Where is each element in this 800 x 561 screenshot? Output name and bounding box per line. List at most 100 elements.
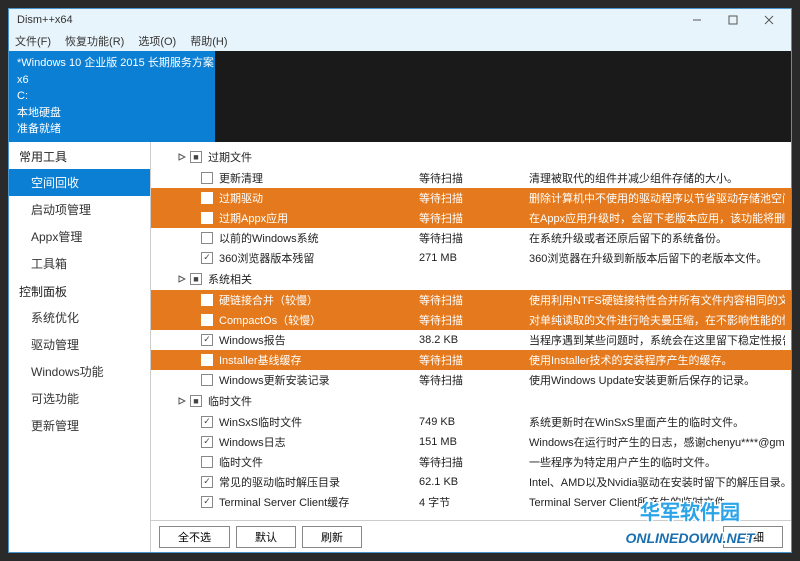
row-desc: Terminal Server Client所产生的临时文件。: [529, 494, 785, 510]
row-desc: 对单纯读取的文件进行哈夫曼压缩，在不影响性能的情况下，显著减: [529, 312, 785, 328]
cleanup-row[interactable]: ✓ WinSxS临时文件749 KB系统更新时在WinSxS里面产生的临时文件。: [151, 412, 791, 432]
row-size: 271 MB: [419, 252, 529, 264]
sidebar-item-appx[interactable]: Appx管理: [9, 223, 150, 250]
row-checkbox[interactable]: ✓: [201, 252, 213, 264]
row-size: 151 MB: [419, 436, 529, 448]
row-size: 38.2 KB: [419, 334, 529, 346]
select-none-button[interactable]: 全不选: [159, 526, 230, 548]
row-desc: 使用Installer技术的安装程序产生的缓存。: [529, 352, 785, 368]
content-panel: ■过期文件更新清理等待扫描清理被取代的组件并减少组件存储的大小。过期驱动等待扫描…: [151, 142, 791, 553]
row-checkbox[interactable]: [201, 294, 213, 306]
expand-icon[interactable]: [177, 274, 186, 283]
row-size: 等待扫描: [419, 372, 529, 388]
row-checkbox[interactable]: [201, 212, 213, 224]
maximize-button[interactable]: [715, 9, 751, 31]
row-checkbox[interactable]: ✓: [201, 334, 213, 346]
cleanup-row[interactable]: ✓Windows日志151 MBWindows在运行时产生的日志，感谢cheny…: [151, 432, 791, 452]
sidebar-item-space-recovery[interactable]: 空间回收: [9, 169, 150, 196]
cleanup-row[interactable]: ✓360浏览器版本残留271 MB360浏览器在升级到新版本后留下的老版本文件。: [151, 248, 791, 268]
row-name: Windows更新安装记录: [219, 372, 419, 388]
row-checkbox[interactable]: ✓: [201, 436, 213, 448]
refresh-button[interactable]: 刷新: [302, 526, 362, 548]
row-name: 过期Appx应用: [219, 210, 419, 226]
info-bar: *Windows 10 企业版 2015 长期服务方案 x6 C: 本地硬盘 准…: [9, 51, 791, 142]
cleanup-row[interactable]: Installer基线缓存等待扫描使用Installer技术的安装程序产生的缓存…: [151, 350, 791, 370]
expand-icon[interactable]: [177, 152, 186, 161]
menu-help[interactable]: 帮助(H): [190, 33, 227, 49]
row-checkbox[interactable]: [201, 232, 213, 244]
cleanup-row[interactable]: ✓常见的驱动临时解压目录62.1 KBIntel、AMD以及Nvidia驱动在安…: [151, 472, 791, 492]
category-label: 临时文件: [208, 393, 252, 409]
sidebar-item-startup[interactable]: 启动项管理: [9, 196, 150, 223]
info-dark-panel: [215, 51, 791, 142]
cleanup-row[interactable]: Windows更新安装记录等待扫描使用Windows Update安装更新后保存…: [151, 370, 791, 390]
row-checkbox[interactable]: [201, 374, 213, 386]
row-checkbox[interactable]: ✓: [201, 416, 213, 428]
row-size: 749 KB: [419, 416, 529, 428]
row-name: WinSxS临时文件: [219, 414, 419, 430]
row-name: 以前的Windows系统: [219, 230, 419, 246]
detail-button[interactable]: 详细: [723, 526, 783, 548]
row-desc: 在系统升级或者还原后留下的系统备份。: [529, 230, 785, 246]
row-checkbox[interactable]: [201, 354, 213, 366]
info-status: 准备就绪: [17, 121, 215, 138]
row-checkbox[interactable]: [201, 192, 213, 204]
minimize-button[interactable]: [679, 9, 715, 31]
row-checkbox[interactable]: [201, 172, 213, 184]
cleanup-row[interactable]: ✓ Windows报告38.2 KB当程序遇到某些问题时，系统会在这里留下稳定性报…: [151, 330, 791, 350]
row-checkbox[interactable]: [201, 314, 213, 326]
close-button[interactable]: [751, 9, 787, 31]
row-desc: 当程序遇到某些问题时，系统会在这里留下稳定性报告。建议你定期: [529, 332, 785, 348]
sidebar-item-driver[interactable]: 驱动管理: [9, 331, 150, 358]
row-size: 等待扫描: [419, 190, 529, 206]
default-button[interactable]: 默认: [236, 526, 296, 548]
row-desc: 在Appx应用升级时，会留下老版本应用，该功能将删除那些不使用的: [529, 210, 785, 226]
info-os: *Windows 10 企业版 2015 长期服务方案 x6: [17, 55, 215, 88]
sidebar-item-system-opt[interactable]: 系统优化: [9, 304, 150, 331]
row-checkbox[interactable]: [201, 456, 213, 468]
cleanup-row[interactable]: 临时文件等待扫描一些程序为特定用户产生的临时文件。: [151, 452, 791, 472]
row-size: 4 字节: [419, 494, 529, 510]
menu-recovery[interactable]: 恢复功能(R): [65, 33, 124, 49]
menu-file[interactable]: 文件(F): [15, 33, 51, 49]
row-name: 常见的驱动临时解压目录: [219, 474, 419, 490]
row-name: Windows报告: [219, 332, 419, 348]
sidebar-item-toolbox[interactable]: 工具箱: [9, 250, 150, 277]
info-drive: C:: [17, 88, 215, 105]
row-name: 360浏览器版本残留: [219, 250, 419, 266]
menubar: 文件(F) 恢复功能(R) 选项(O) 帮助(H): [9, 31, 791, 51]
row-name: CompactOs（较慢）: [219, 312, 419, 328]
row-name: 硬链接合并（较慢）: [219, 292, 419, 308]
row-desc: 删除计算机中不使用的驱动程序以节省驱动存储池空间。: [529, 190, 785, 206]
menu-options[interactable]: 选项(O): [138, 33, 176, 49]
sidebar-item-windows-features[interactable]: Windows功能: [9, 358, 150, 385]
row-name: Terminal Server Client缓存: [219, 494, 419, 510]
cleanup-row[interactable]: 过期驱动等待扫描删除计算机中不使用的驱动程序以节省驱动存储池空间。: [151, 188, 791, 208]
sidebar-group-control: 控制面板: [9, 277, 150, 304]
category-header[interactable]: ■ 系统相关: [151, 268, 791, 290]
cleanup-row[interactable]: 硬链接合并（较慢）等待扫描使用利用NTFS硬链接特性合并所有文件内容相同的文件。: [151, 290, 791, 310]
row-desc: 一些程序为特定用户产生的临时文件。: [529, 454, 785, 470]
cleanup-row[interactable]: ✓ Terminal Server Client缓存4 字节Terminal Se…: [151, 492, 791, 512]
row-checkbox[interactable]: ✓: [201, 476, 213, 488]
category-checkbox[interactable]: ■: [190, 395, 202, 407]
sidebar-item-optional-features[interactable]: 可选功能: [9, 385, 150, 412]
category-label: 系统相关: [208, 271, 252, 287]
category-checkbox[interactable]: ■: [190, 273, 202, 285]
expand-icon[interactable]: [177, 396, 186, 405]
row-size: 62.1 KB: [419, 476, 529, 488]
sidebar-item-updates[interactable]: 更新管理: [9, 412, 150, 439]
cleanup-row[interactable]: 更新清理等待扫描清理被取代的组件并减少组件存储的大小。: [151, 168, 791, 188]
category-header[interactable]: ■ 临时文件: [151, 390, 791, 412]
row-size: 等待扫描: [419, 352, 529, 368]
category-checkbox[interactable]: ■: [190, 151, 202, 163]
row-name: 更新清理: [219, 170, 419, 186]
cleanup-row[interactable]: CompactOs（较慢）等待扫描对单纯读取的文件进行哈夫曼压缩，在不影响性能的…: [151, 310, 791, 330]
row-desc: 系统更新时在WinSxS里面产生的临时文件。: [529, 414, 785, 430]
category-header[interactable]: ■过期文件: [151, 146, 791, 168]
cleanup-row[interactable]: 以前的Windows系统等待扫描在系统升级或者还原后留下的系统备份。: [151, 228, 791, 248]
row-checkbox[interactable]: ✓: [201, 496, 213, 508]
window-title: Dism++x64: [13, 14, 679, 26]
cleanup-row[interactable]: 过期Appx应用等待扫描在Appx应用升级时，会留下老版本应用，该功能将删除那些…: [151, 208, 791, 228]
sidebar-group-tools: 常用工具: [9, 142, 150, 169]
